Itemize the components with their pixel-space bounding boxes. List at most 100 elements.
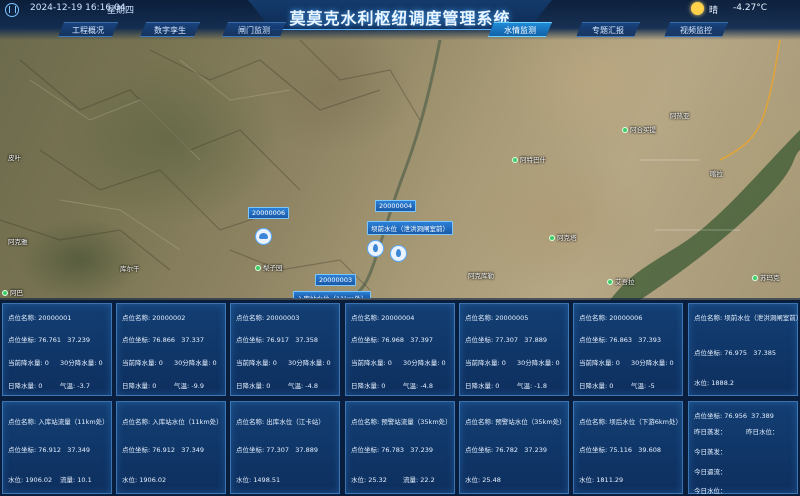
station-card[interactable]: 点位名称: 出库水位（江卡站） 点位坐标: 77.307 37.889 水位: … bbox=[230, 401, 340, 494]
coord-label: 点位坐标: bbox=[579, 336, 608, 344]
station-marker-caption[interactable]: 坝前水位（泄洪洞闸室前） bbox=[367, 221, 453, 235]
coord-label: 点位坐标: bbox=[236, 446, 265, 454]
card-name-row: 点位名称: 坝后水位（下游6km处） bbox=[579, 416, 682, 426]
card-coord-row: 点位坐标: 76.912 37.349 bbox=[122, 444, 204, 454]
place-name: 梨子园 bbox=[263, 264, 283, 272]
station-card[interactable]: 点位名称: 入库站流量（11km处） 点位坐标: 76.912 37.349 水… bbox=[2, 401, 112, 494]
day-rain-value: 0 bbox=[152, 382, 157, 390]
cur-rain-label: 当前降水量: bbox=[465, 359, 500, 367]
coord-y: 37.239 bbox=[410, 446, 433, 454]
rain-station-icon[interactable] bbox=[255, 228, 272, 245]
card-rain-row: 当前降水量: 0 bbox=[351, 357, 392, 367]
card-dayrain-row: 日降水量: 0 bbox=[465, 380, 499, 390]
temp-label: 气温: bbox=[174, 382, 190, 390]
water-station-icon[interactable] bbox=[367, 240, 384, 257]
rain30-value: 0 bbox=[669, 359, 674, 367]
yesterday-level-label: 昨日水位： bbox=[746, 428, 779, 436]
coord-x: 76.912 bbox=[152, 446, 176, 454]
station-card[interactable]: 点位名称: 坝后水位（下游6km处） 点位坐标: 75.116 39.608 水… bbox=[573, 401, 683, 494]
flow-label: 流量: bbox=[60, 476, 76, 484]
station-name: 20000003 bbox=[266, 314, 300, 322]
level-label: 水位: bbox=[579, 476, 595, 484]
station-card[interactable]: 点位名称: 20000006 点位坐标: 76.863 37.393 当前降水量… bbox=[573, 303, 683, 396]
cur-rain-label: 当前降水量: bbox=[351, 359, 386, 367]
level-value: 1906.02 bbox=[139, 476, 167, 484]
tab-video-monitoring[interactable]: 视频监控 bbox=[664, 22, 728, 37]
place-pin-icon bbox=[512, 157, 518, 163]
card-name-row: 点位名称: 预警站水位（35km处） bbox=[465, 416, 566, 426]
level-value: 25.32 bbox=[368, 476, 387, 484]
coord-y: 37.397 bbox=[410, 336, 433, 344]
cur-rain-label: 当前降水量: bbox=[579, 359, 614, 367]
coord-y: 37.385 bbox=[753, 349, 776, 357]
place-name: 阿克塔 bbox=[557, 234, 577, 242]
station-name: 20000004 bbox=[381, 314, 415, 322]
card-flow-row: 流量: 10.1 bbox=[60, 474, 92, 484]
level-label: 水位: bbox=[236, 476, 252, 484]
card-level-row: 水位: 1906.02 bbox=[122, 474, 166, 484]
card-coord-row: 点位坐标: 76.761 37.239 bbox=[8, 334, 90, 344]
card-dayrain-row: 日降水量: 0 bbox=[579, 380, 613, 390]
level-value: 1906.02 bbox=[25, 476, 53, 484]
station-card[interactable]: 点位名称: 20000004 点位坐标: 76.968 37.397 当前降水量… bbox=[345, 303, 455, 396]
satellite-map[interactable]: 梨子园 阿巴 阿合买提 阿特巴什 阿克塔 艾吾拉 苏玛克 皮叶 阿克雅 库尔干 … bbox=[0, 0, 800, 300]
tab-project-overview[interactable]: 工程概况 bbox=[58, 22, 118, 37]
water-drop-icon bbox=[373, 244, 378, 252]
card-level-row: 水位: 1906.02 bbox=[8, 474, 52, 484]
station-marker-label[interactable]: 20000004 bbox=[375, 200, 417, 212]
place-name: 阿合买提 bbox=[630, 126, 656, 134]
place-name: 库尔干 bbox=[120, 265, 140, 273]
coord-x: 76.863 bbox=[609, 336, 633, 344]
temp-value: -3.7 bbox=[77, 382, 90, 390]
coord-x: 76.783 bbox=[381, 446, 405, 454]
day-rain-value: 0 bbox=[495, 382, 500, 390]
coord-label: 点位坐标: bbox=[8, 336, 37, 344]
station-marker-label[interactable]: 20000006 bbox=[248, 207, 290, 219]
day-rain-label: 日降水量: bbox=[236, 382, 265, 390]
station-marker-label[interactable]: 20000003 bbox=[315, 274, 357, 286]
card-coord-row: 点位坐标: 76.975 37.385 bbox=[694, 347, 776, 357]
map-place-label: 阿巴 bbox=[2, 287, 23, 297]
rain30-label: 30分降水量: bbox=[403, 359, 440, 367]
temp-value: -1.8 bbox=[534, 382, 547, 390]
tab-gate-monitoring[interactable]: 闸门监测 bbox=[222, 22, 286, 37]
map-place-label: 苏玛克 bbox=[752, 272, 780, 282]
rain30-value: 0 bbox=[326, 359, 331, 367]
station-card[interactable]: 点位坐标: 76.956 37.389 昨日蒸发： 昨日水位： 今日蒸发： 今日… bbox=[688, 401, 798, 495]
station-card[interactable]: 点位名称: 预警站流量（35km处） 点位坐标: 76.783 37.239 水… bbox=[345, 401, 455, 494]
map-place-label: 阿克库勒 bbox=[468, 270, 494, 280]
coord-x: 76.866 bbox=[152, 336, 176, 344]
station-card[interactable]: 点位名称: 预警站水位（35km处） 点位坐标: 76.782 37.239 水… bbox=[459, 401, 569, 494]
station-card[interactable]: 点位名称: 20000003 点位坐标: 76.917 37.358 当前降水量… bbox=[230, 303, 340, 396]
level-value: 1811.29 bbox=[596, 476, 624, 484]
map-place-label: 艾吾拉 bbox=[607, 276, 635, 286]
station-card[interactable]: 点位名称: 20000002 点位坐标: 76.866 37.337 当前降水量… bbox=[116, 303, 226, 396]
map-place-label: 阿合买提 bbox=[622, 124, 656, 134]
card-name-row: 点位名称: 20000004 bbox=[351, 312, 414, 322]
tab-water-monitoring[interactable]: 水情监测 bbox=[488, 22, 552, 37]
name-label: 点位名称: bbox=[8, 418, 37, 426]
card-coord-row: 点位坐标: 77.307 37.889 bbox=[465, 334, 547, 344]
station-name: 20000006 bbox=[609, 314, 643, 322]
station-card[interactable]: 点位名称: 入库站水位（11km处） 点位坐标: 76.912 37.349 水… bbox=[116, 401, 226, 494]
rain30-label: 30分降水量: bbox=[517, 359, 554, 367]
tab-topic-report[interactable]: 专题汇报 bbox=[576, 22, 640, 37]
station-name: 出库水位（江卡站） bbox=[266, 418, 325, 426]
coord-y: 37.358 bbox=[295, 336, 318, 344]
station-card[interactable]: 点位名称: 坝前水位（泄洪洞闸室前） 点位坐标: 76.975 37.385 水… bbox=[688, 303, 800, 396]
card-temp-row: 气温: -9.9 bbox=[174, 380, 204, 390]
coord-label: 点位坐标: bbox=[351, 446, 380, 454]
station-card[interactable]: 点位名称: 20000005 点位坐标: 77.307 37.889 当前降水量… bbox=[459, 303, 569, 396]
tab-digital-twin[interactable]: 数字孪生 bbox=[140, 22, 200, 37]
flow-value: 22.2 bbox=[420, 476, 435, 484]
coord-x: 76.917 bbox=[266, 336, 290, 344]
water-station-icon[interactable] bbox=[390, 245, 407, 262]
station-name: 20000001 bbox=[38, 314, 72, 322]
card-rain-row: 当前降水量: 0 bbox=[465, 357, 506, 367]
station-name: 坝后水位（下游6km处） bbox=[609, 418, 683, 426]
station-card[interactable]: 点位名称: 20000001 点位坐标: 76.761 37.239 当前降水量… bbox=[2, 303, 112, 396]
cur-rain-label: 当前降水量: bbox=[236, 359, 271, 367]
place-pin-icon bbox=[752, 275, 758, 281]
cur-rain-label: 当前降水量: bbox=[122, 359, 157, 367]
card-rain30-row: 30分降水量: 0 bbox=[288, 357, 331, 367]
